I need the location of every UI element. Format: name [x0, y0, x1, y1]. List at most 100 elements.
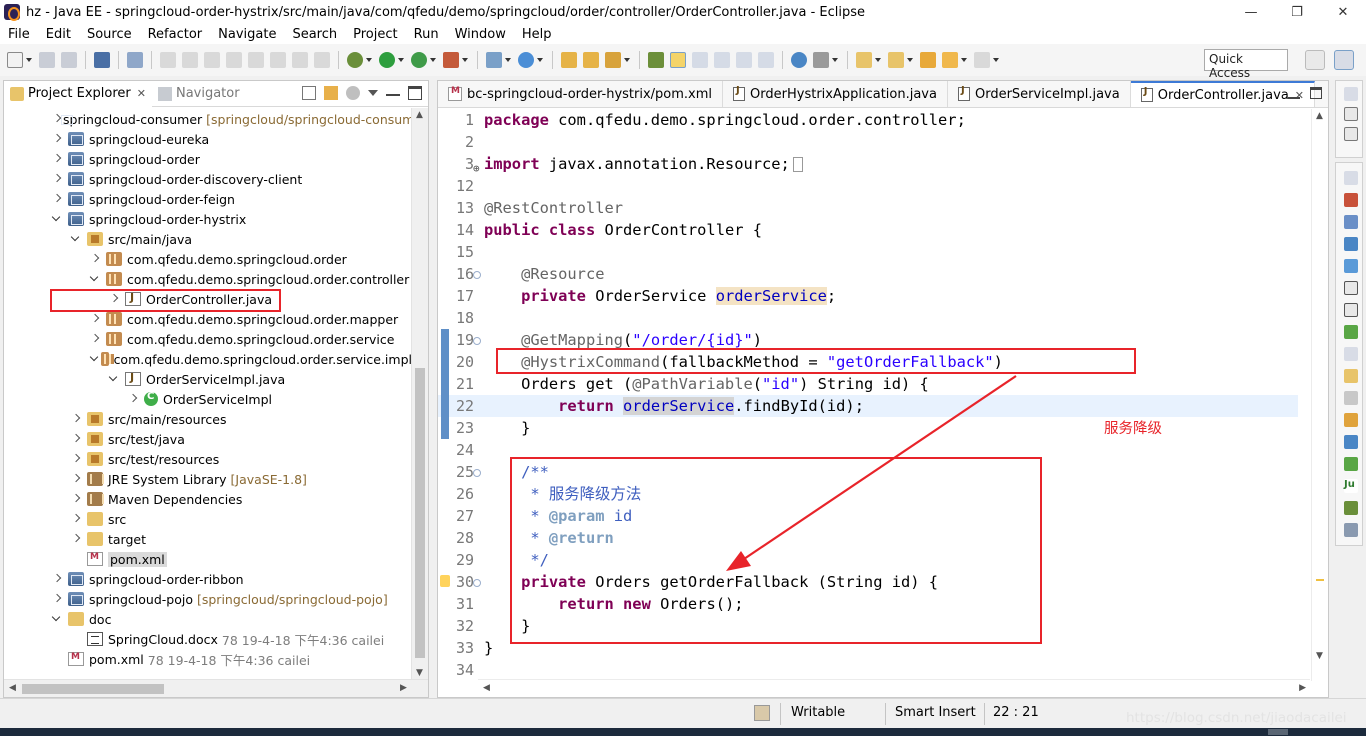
expand-arrow-icon[interactable]: [52, 594, 62, 604]
search-icon[interactable]: [1344, 369, 1358, 383]
collapse-arrow-icon[interactable]: [90, 274, 100, 284]
scroll-right-icon[interactable]: ▶: [400, 683, 407, 693]
step-return-icon[interactable]: [292, 52, 308, 68]
open-perspective-icon[interactable]: [1305, 50, 1325, 70]
collapse-arrow-icon[interactable]: [109, 374, 119, 384]
word-wrap-icon[interactable]: [714, 52, 730, 68]
expand-arrow-icon[interactable]: [52, 574, 62, 584]
link-editor-icon[interactable]: [324, 86, 338, 100]
explorer-vertical-scrollbar[interactable]: ▲ ▼: [411, 108, 428, 680]
scroll-left-icon[interactable]: ◀: [9, 683, 16, 693]
scroll-up-icon[interactable]: ▲: [416, 110, 423, 120]
expand-arrow-icon[interactable]: [52, 174, 62, 184]
new-icon[interactable]: [7, 52, 23, 68]
menu-edit[interactable]: Edit: [38, 27, 79, 42]
tree-item[interactable]: src/test/java: [4, 429, 412, 449]
step-into-icon[interactable]: [248, 52, 264, 68]
code-line[interactable]: 3 ⊕ import javax.annotation.Resource;: [438, 153, 1298, 175]
properties-icon[interactable]: [1344, 215, 1358, 229]
maximize-view-icon[interactable]: [408, 86, 422, 100]
skip-breakpoints-icon[interactable]: [127, 52, 143, 68]
ant-icon[interactable]: [1344, 413, 1358, 427]
tab-project-explorer[interactable]: Project Explorer ✕: [4, 80, 152, 107]
save-all-icon[interactable]: [61, 52, 77, 68]
terminal-icon[interactable]: [94, 52, 110, 68]
restore-icon[interactable]: [1344, 171, 1358, 185]
code-line[interactable]: 12: [438, 175, 1298, 197]
minimize-view-icon[interactable]: [386, 86, 400, 96]
collapse-arrow-icon[interactable]: [52, 614, 62, 624]
step-over-icon[interactable]: [270, 52, 286, 68]
expand-arrow-icon[interactable]: [128, 394, 138, 404]
code-line[interactable]: 16 @Resource: [438, 263, 1298, 285]
menu-run[interactable]: Run: [406, 27, 447, 42]
menu-window[interactable]: Window: [447, 27, 514, 42]
tree-item[interactable]: src: [4, 509, 412, 529]
globe-icon[interactable]: [791, 52, 807, 68]
junit-icon[interactable]: Ju: [1344, 479, 1358, 493]
data-source-icon[interactable]: [1344, 259, 1358, 273]
show-whitespace-icon[interactable]: [736, 52, 752, 68]
back-icon[interactable]: [942, 52, 958, 68]
scroll-left-icon[interactable]: ◀: [483, 683, 490, 693]
show-source-icon[interactable]: [758, 52, 774, 68]
quick-access-input[interactable]: Quick Access: [1204, 49, 1288, 80]
console-icon[interactable]: [1344, 303, 1358, 317]
debug-view-icon[interactable]: [1344, 501, 1358, 515]
tree-item[interactable]: doc: [4, 609, 412, 629]
tree-item[interactable]: OrderServiceImpl.java: [4, 369, 412, 389]
tree-item[interactable]: springcloud-pojo [springcloud/springcloud…: [4, 589, 412, 609]
fold-toggle-icon[interactable]: [473, 469, 481, 477]
snippets-icon[interactable]: [1344, 281, 1358, 295]
tree-item[interactable]: springcloud-order-discovery-client: [4, 169, 412, 189]
expand-arrow-icon[interactable]: [71, 434, 81, 444]
progress-icon[interactable]: [1344, 325, 1358, 339]
code-line[interactable]: 13 @RestController: [438, 197, 1298, 219]
search-icon[interactable]: [605, 52, 621, 68]
code-line[interactable]: 14 public class OrderController {: [438, 219, 1298, 241]
tree-item[interactable]: com.qfedu.demo.springcloud.order: [4, 249, 412, 269]
servers-icon[interactable]: [1344, 237, 1358, 251]
code-line[interactable]: 15: [438, 241, 1298, 263]
menu-search[interactable]: Search: [284, 27, 345, 42]
outline-icon[interactable]: [1344, 107, 1358, 121]
restore-icon[interactable]: [1344, 87, 1358, 101]
tab-order-service-impl[interactable]: OrderServiceImpl.java: [948, 81, 1131, 107]
menu-file[interactable]: File: [0, 27, 38, 42]
code-line[interactable]: 18: [438, 307, 1298, 329]
minimize-view-icon[interactable]: [1288, 87, 1300, 99]
expand-arrow-icon[interactable]: [52, 154, 62, 164]
tree-item[interactable]: springcloud-eureka: [4, 129, 412, 149]
suspend-icon[interactable]: [182, 52, 198, 68]
fold-toggle-icon[interactable]: [473, 579, 481, 587]
scroll-thumb[interactable]: [22, 684, 164, 694]
tree-item[interactable]: springcloud-consumer [springcloud/springc…: [4, 109, 412, 129]
menu-refactor[interactable]: Refactor: [140, 27, 211, 42]
terminate-icon[interactable]: [204, 52, 220, 68]
expand-arrow-icon[interactable]: [71, 414, 81, 424]
tree-item[interactable]: springcloud-order-feign: [4, 189, 412, 209]
collapse-all-icon[interactable]: [302, 86, 316, 100]
close-button[interactable]: ✕: [1320, 0, 1366, 24]
tree-item[interactable]: com.qfedu.demo.springcloud.order.mapper: [4, 309, 412, 329]
scroll-down-icon[interactable]: ▼: [1316, 651, 1323, 661]
expand-arrow-icon[interactable]: [90, 334, 100, 344]
scroll-down-icon[interactable]: ▼: [416, 668, 423, 678]
overview-warning-icon[interactable]: [1316, 579, 1324, 581]
editor-horizontal-scrollbar[interactable]: ◀ ▶: [478, 679, 1310, 697]
collapse-arrow-icon[interactable]: [90, 354, 95, 364]
coverage-icon[interactable]: [411, 52, 427, 68]
restore-button[interactable]: ❐: [1274, 0, 1320, 24]
tree-item[interactable]: com.qfedu.demo.springcloud.order.control…: [4, 269, 412, 289]
resume-icon[interactable]: [160, 52, 176, 68]
tree-item[interactable]: Maven Dependencies: [4, 489, 412, 509]
expand-arrow-icon[interactable]: [71, 454, 81, 464]
run-icon[interactable]: [379, 52, 395, 68]
tree-item[interactable]: SpringCloud.docx 78 19-4-18 下午4:36 cailei: [4, 629, 412, 649]
folded-region-icon[interactable]: [792, 157, 803, 172]
fold-toggle-icon[interactable]: [473, 337, 481, 345]
bug-icon[interactable]: [1344, 523, 1358, 537]
expand-arrow-icon[interactable]: [90, 314, 100, 324]
tree-item[interactable]: src/test/resources: [4, 449, 412, 469]
javaee-perspective-icon[interactable]: [1334, 50, 1354, 70]
